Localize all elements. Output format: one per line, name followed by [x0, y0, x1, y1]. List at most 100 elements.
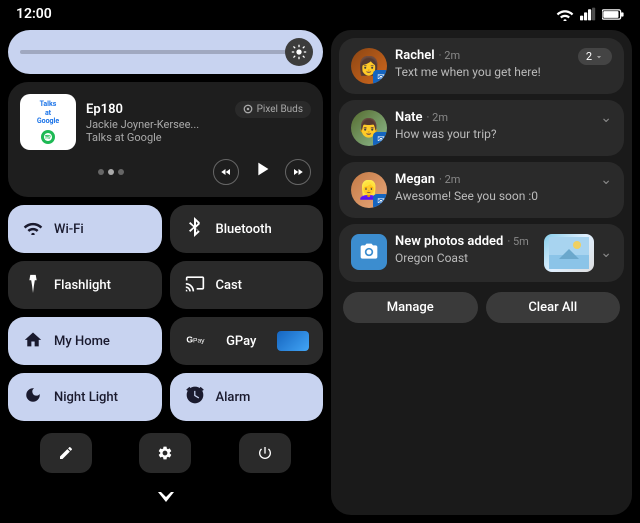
qs-tile-bluetooth[interactable]: Bluetooth — [170, 205, 324, 253]
notif-right-megan: ⌄ — [600, 172, 612, 188]
notif-body-megan: Megan · 2m Awesome! See you soon :0 — [395, 172, 592, 203]
power-button[interactable] — [239, 433, 291, 473]
qs-tile-wifi[interactable]: Wi-Fi — [8, 205, 162, 253]
badge-count-rachel: 2 — [578, 48, 612, 65]
msg-icon-rachel: ✉ — [373, 70, 387, 84]
nightlight-icon — [22, 386, 44, 409]
notif-right-nate: ⌄ — [600, 110, 612, 126]
album-text2: at — [45, 109, 51, 117]
qs-tile-gpay[interactable]: G Pay GPay — [170, 317, 324, 365]
msg-icon-megan: ✉ — [373, 194, 387, 208]
media-artist: Jackie Joyner-Kersee... — [86, 118, 311, 131]
avatar-nate: 👨 ✉ — [351, 110, 387, 146]
chevron-nate: ⌄ — [600, 110, 612, 126]
brightness-slider[interactable] — [8, 30, 323, 74]
myhome-label: My Home — [54, 334, 110, 349]
svg-text:G: G — [186, 334, 193, 344]
photos-thumbnail — [544, 234, 594, 272]
rewind-button[interactable] — [213, 159, 239, 185]
media-controls — [20, 158, 311, 185]
album-text1: Talks — [40, 100, 57, 108]
notification-megan[interactable]: 👱‍♀️ ✉ Megan · 2m Awesome! See you soon … — [339, 162, 624, 218]
qs-tile-cast[interactable]: Cast — [170, 261, 324, 309]
notif-name-photos: New photos added — [395, 234, 503, 249]
dot-3 — [118, 169, 124, 175]
wifi-label: Wi-Fi — [54, 222, 84, 237]
manage-button[interactable]: Manage — [343, 292, 478, 323]
notif-right-photos: ⌄ — [544, 234, 612, 272]
media-source: Talks at Google — [86, 131, 311, 144]
qs-tile-flashlight[interactable]: Flashlight — [8, 261, 162, 309]
flashlight-label: Flashlight — [54, 278, 111, 293]
brightness-icon — [285, 38, 313, 66]
notif-header-rachel: Rachel · 2m — [395, 48, 570, 63]
notif-time-photos: · 5m — [507, 235, 528, 248]
home-icon — [22, 330, 44, 353]
notif-header-nate: Nate · 2m — [395, 110, 592, 125]
forward-button[interactable] — [285, 159, 311, 185]
media-card: Talks at Google Ep180 — [8, 82, 323, 197]
avatar-rachel: 👩 ✉ — [351, 48, 387, 84]
pixel-buds-badge: Pixel Buds — [235, 101, 311, 118]
notif-text-rachel: Text me when you get here! — [395, 65, 570, 79]
avatar-photos — [351, 234, 387, 270]
notif-header-photos: New photos added · 5m — [395, 234, 536, 249]
wifi-status-icon — [556, 7, 574, 21]
pixel-buds-label: Pixel Buds — [257, 104, 303, 115]
dot-2 — [108, 169, 114, 175]
bluetooth-label: Bluetooth — [216, 222, 272, 237]
notification-rachel[interactable]: 👩 ✉ Rachel · 2m Text me when you get her… — [339, 38, 624, 94]
alarm-icon — [184, 385, 206, 410]
status-icons — [556, 7, 624, 21]
notif-time-rachel: · 2m — [439, 49, 460, 62]
notif-actions: Manage Clear All — [339, 288, 624, 323]
media-info: Ep180 Pixel Buds Jackie Joyner-Kersee...… — [86, 101, 311, 144]
chevron-megan: ⌄ — [600, 172, 612, 188]
notif-time-nate: · 2m — [427, 111, 448, 124]
cast-icon — [184, 274, 206, 297]
brightness-track — [20, 50, 311, 54]
notif-text-nate: How was your trip? — [395, 127, 592, 141]
qs-tile-alarm[interactable]: Alarm — [170, 373, 324, 421]
notif-time-megan: · 2m — [439, 173, 460, 186]
edit-button[interactable] — [40, 433, 92, 473]
qs-tile-nightlight[interactable]: Night Light — [8, 373, 162, 421]
album-text3: Google — [37, 117, 59, 125]
notif-body-photos: New photos added · 5m Oregon Coast — [395, 234, 536, 265]
notif-name-megan: Megan — [395, 172, 435, 187]
spotify-icon — [41, 130, 55, 144]
gpay-card — [277, 331, 309, 351]
status-bar: 12:00 — [0, 0, 640, 26]
notif-header-megan: Megan · 2m — [395, 172, 592, 187]
media-dots — [20, 169, 201, 175]
bottom-actions — [8, 429, 323, 477]
svg-text:Pay: Pay — [193, 337, 205, 344]
signal-status-icon — [580, 7, 596, 21]
nightlight-label: Night Light — [54, 390, 118, 405]
notif-text-megan: Awesome! See you soon :0 — [395, 189, 592, 203]
dot-1 — [98, 169, 104, 175]
notif-text-photos: Oregon Coast — [395, 251, 536, 265]
battery-status-icon — [602, 8, 624, 21]
main-content: Talks at Google Ep180 — [0, 26, 640, 523]
notif-right-rachel: 2 — [578, 48, 612, 65]
settings-button[interactable] — [139, 433, 191, 473]
notifications-panel: 👩 ✉ Rachel · 2m Text me when you get her… — [331, 30, 632, 515]
flashlight-icon — [22, 273, 44, 298]
gpay-icon: G Pay — [184, 331, 206, 352]
notification-photos[interactable]: New photos added · 5m Oregon Coast ⌄ — [339, 224, 624, 282]
notif-name-nate: Nate — [395, 110, 423, 125]
notification-nate[interactable]: 👨 ✉ Nate · 2m How was your trip? ⌄ — [339, 100, 624, 156]
notif-body-nate: Nate · 2m How was your trip? — [395, 110, 592, 141]
notif-body-rachel: Rachel · 2m Text me when you get here! — [395, 48, 570, 79]
media-top: Talks at Google Ep180 — [20, 94, 311, 150]
bluetooth-icon — [184, 217, 206, 242]
chevron-down[interactable] — [8, 485, 323, 515]
quick-settings-grid: Wi-Fi Bluetooth Flashlight — [8, 205, 323, 421]
chevron-photos: ⌄ — [600, 245, 612, 261]
qs-tile-myhome[interactable]: My Home — [8, 317, 162, 365]
play-button[interactable] — [251, 158, 273, 185]
left-panel: Talks at Google Ep180 — [8, 30, 323, 515]
avatar-megan: 👱‍♀️ ✉ — [351, 172, 387, 208]
clear-all-button[interactable]: Clear All — [486, 292, 621, 323]
